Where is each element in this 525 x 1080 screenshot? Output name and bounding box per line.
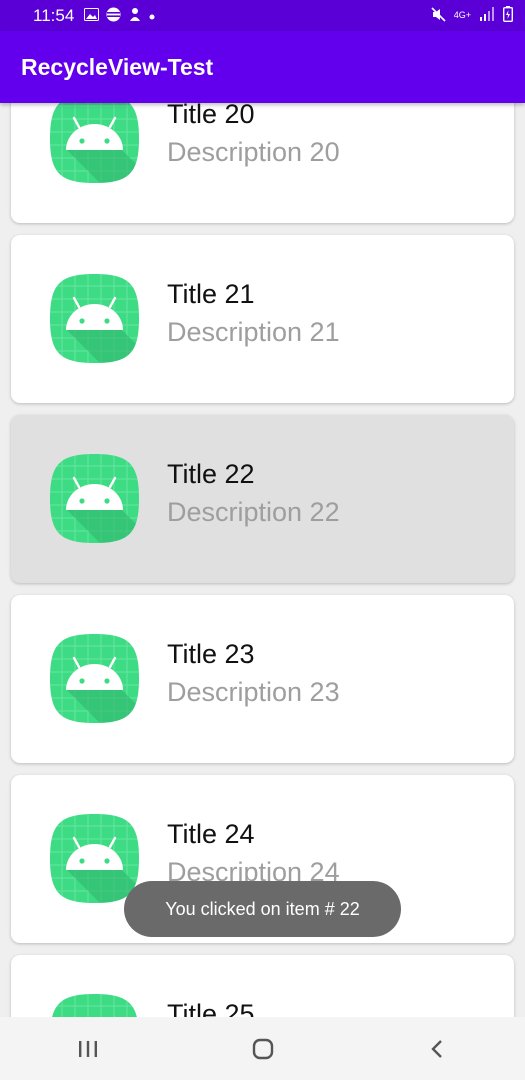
item-title: Title 21	[167, 279, 255, 309]
item-description: Description 22	[167, 497, 340, 527]
android-icon	[49, 993, 140, 1017]
back-icon	[430, 1039, 442, 1058]
item-title: Title 24	[167, 819, 255, 849]
recents-button[interactable]	[58, 1024, 118, 1074]
item-description: Description 21	[167, 317, 340, 347]
android-icon	[49, 273, 140, 364]
item-title: Title 23	[167, 639, 255, 669]
gallery-icon	[84, 8, 100, 23]
back-button[interactable]	[408, 1024, 468, 1074]
home-icon	[252, 1038, 273, 1059]
list-item[interactable]: Title 25Description 25	[11, 955, 514, 1017]
vpn-icon	[106, 7, 121, 24]
home-button[interactable]	[233, 1024, 293, 1074]
item-title: Title 25	[167, 999, 255, 1017]
network-label: 4G+	[453, 10, 471, 20]
dot-icon	[149, 9, 155, 22]
app-bar: RecycleView-Test	[0, 31, 525, 103]
mute-icon	[431, 6, 446, 25]
item-description: Description 20	[167, 137, 340, 167]
toast-message: You clicked on item # 22	[124, 881, 401, 937]
android-icon	[49, 103, 140, 184]
status-bar: 11:54 4G+	[0, 0, 525, 31]
recycler-view[interactable]: Title 20 Description 20 Title 21 Descripti…	[0, 103, 525, 1017]
item-title: Title 22	[167, 459, 255, 489]
navigation-bar	[0, 1017, 525, 1080]
list-item[interactable]: Title 21 Description 21	[11, 235, 514, 403]
android-icon	[49, 633, 140, 724]
status-time: 11:54	[33, 5, 75, 25]
list-item[interactable]: Title 22 Description 22	[11, 415, 514, 583]
app-title: RecycleView-Test	[21, 53, 214, 80]
notification-icon	[128, 7, 142, 24]
android-icon	[49, 813, 140, 904]
signal-icon	[479, 7, 495, 24]
list-item[interactable]: Title 20 Description 20	[11, 103, 514, 223]
battery-icon	[502, 6, 514, 25]
item-description: Description 23	[167, 677, 340, 707]
item-title: Title 20	[167, 103, 255, 129]
list-item[interactable]: Title 23 Description 23	[11, 595, 514, 763]
recents-icon	[78, 1040, 97, 1057]
android-icon	[49, 453, 140, 544]
